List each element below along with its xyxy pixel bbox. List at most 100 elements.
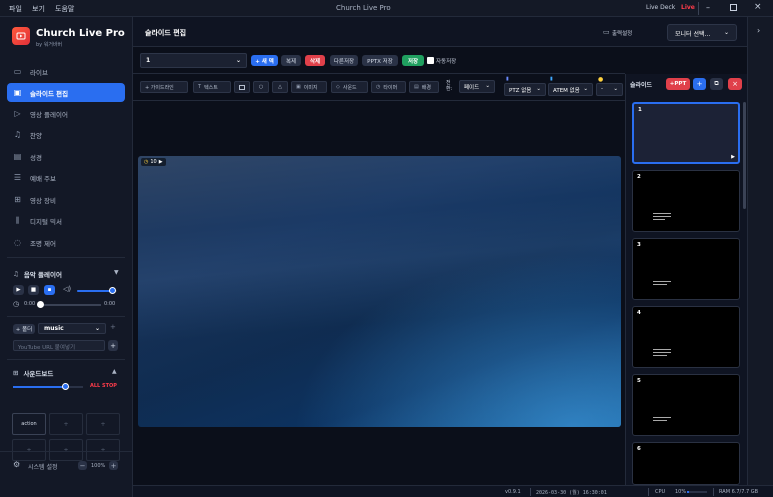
- menu-view[interactable]: 보기: [32, 4, 45, 14]
- sound-cell-add[interactable]: +: [49, 413, 83, 435]
- live-label[interactable]: Live: [681, 4, 695, 11]
- slide-thumbnail[interactable]: 4: [632, 306, 740, 368]
- zoom-out-button[interactable]: −: [78, 461, 87, 470]
- sidebar-item-lighting[interactable]: ◌ 조명 제어: [7, 233, 125, 252]
- triangle-icon: △: [278, 84, 282, 90]
- slide-thumbnail[interactable]: 2: [632, 170, 740, 232]
- sidebar-item-bulletin[interactable]: ☰ 예배 주보: [7, 168, 125, 187]
- youtube-url-input[interactable]: YouTube URL 붙여넣기: [13, 340, 105, 351]
- close-icon[interactable]: ×: [754, 2, 762, 12]
- live-deck-label[interactable]: Live Deck: [646, 4, 675, 11]
- volume-slider[interactable]: [77, 287, 117, 294]
- slide-thumbnail[interactable]: 6: [632, 442, 740, 485]
- copy-icon[interactable]: ⧉: [710, 78, 723, 90]
- output-settings-link[interactable]: 출력설정: [612, 29, 632, 37]
- timer-tool-button[interactable]: ◷ 타이머: [371, 81, 406, 93]
- sound-cell-add[interactable]: +: [86, 413, 120, 435]
- sound-tool-button[interactable]: ◇ 사운드: [331, 81, 368, 93]
- background-tool-button[interactable]: ▤ 배경: [409, 81, 439, 93]
- datetime-label: 2026-03-30 (월) 16:30:01: [536, 490, 607, 496]
- progress-slider[interactable]: [37, 301, 101, 308]
- rect-tool-button[interactable]: [234, 81, 250, 93]
- chevron-up-icon[interactable]: ▲: [112, 368, 117, 375]
- save-as-button[interactable]: 다른저장: [330, 55, 358, 66]
- separator: [648, 488, 649, 496]
- delete-slide-button[interactable]: ×: [728, 78, 742, 90]
- slide-number: 2: [637, 174, 641, 180]
- menu-file[interactable]: 파일: [9, 4, 22, 14]
- add-folder-button[interactable]: + 폴더: [13, 324, 35, 334]
- all-stop-button[interactable]: ALL STOP: [90, 383, 117, 389]
- soundboard-header[interactable]: ⊞ 사운드보드: [13, 368, 53, 378]
- repeat-button[interactable]: ▪: [44, 285, 55, 295]
- transition-select[interactable]: 페이드 ⌄: [459, 80, 495, 93]
- save-button[interactable]: 저장: [402, 55, 424, 66]
- app-logo-icon: [12, 27, 30, 45]
- duplicate-button[interactable]: 복제: [281, 55, 301, 66]
- cpu-value: 10%: [675, 489, 687, 495]
- lighting-select[interactable]: - ⌄: [596, 83, 623, 96]
- triangle-tool-button[interactable]: △: [272, 81, 288, 93]
- slide-thumbnail[interactable]: 3: [632, 238, 740, 300]
- stop-button[interactable]: ■: [28, 285, 39, 295]
- folder-select[interactable]: music ⌄: [38, 323, 106, 334]
- autosave-checkbox[interactable]: [427, 57, 434, 64]
- sidebar-item-praise[interactable]: ♫ 찬양: [7, 125, 125, 144]
- new-deck-button[interactable]: + 새 덱: [251, 55, 278, 66]
- slide-canvas[interactable]: ◷ 10 ▶: [138, 156, 621, 427]
- play-button[interactable]: ▶: [13, 285, 24, 295]
- music-player-header[interactable]: ♫ 음악 플레이어: [13, 269, 62, 279]
- ptz-select[interactable]: PTZ 없음 ⌄: [504, 83, 546, 96]
- sidebar-item-bible[interactable]: ▤ 성경: [7, 147, 125, 166]
- add-ppt-button[interactable]: +PPT: [666, 78, 690, 90]
- sound-cell-add[interactable]: +: [49, 439, 83, 461]
- background-image: [138, 156, 621, 427]
- slide-thumbnail[interactable]: 1 ▶: [632, 102, 740, 164]
- atem-icon: ▮: [550, 76, 553, 82]
- slides-panel-title: 슬라이드: [630, 82, 653, 89]
- slides-scrollbar[interactable]: [743, 102, 746, 209]
- add-youtube-button[interactable]: +: [108, 340, 118, 351]
- text-tool-label: 텍스트: [204, 84, 218, 91]
- volume-icon: ◁): [63, 285, 72, 293]
- add-slide-button[interactable]: +: [693, 78, 706, 90]
- minimize-icon[interactable]: –: [706, 3, 710, 12]
- deck-select[interactable]: 1 ⌄: [140, 53, 247, 68]
- gear-icon[interactable]: ⚙: [13, 460, 20, 469]
- soundboard-volume-slider[interactable]: [13, 383, 83, 390]
- circle-tool-button[interactable]: ○: [253, 81, 269, 93]
- chevron-right-icon[interactable]: ›: [757, 26, 760, 35]
- sidebar-item-digital-mixer[interactable]: ⫼ 디지털 믹서: [7, 211, 125, 230]
- zoom-in-button[interactable]: +: [109, 461, 118, 470]
- maximize-icon[interactable]: [730, 4, 737, 11]
- system-settings-link[interactable]: 시스템 설정: [28, 462, 58, 471]
- slide-number: 1: [638, 107, 642, 113]
- menu-help[interactable]: 도움말: [55, 4, 74, 14]
- slide-thumbnail[interactable]: 5: [632, 374, 740, 436]
- image-tool-button[interactable]: ▣ 이미지: [291, 81, 327, 93]
- sidebar-item-label: 라이브: [30, 68, 48, 77]
- chevron-down-icon: ⌄: [94, 325, 100, 332]
- sidebar-item-video-equipment[interactable]: ⊞ 영상 장비: [7, 190, 125, 209]
- sidebar-item-live[interactable]: ▭ 라이브: [7, 62, 125, 81]
- sidebar-item-label: 영상 장비: [30, 196, 56, 205]
- slide-number: 4: [637, 310, 641, 316]
- time-end: 0:00: [104, 301, 116, 307]
- atem-select[interactable]: ATEM 없음 ⌄: [548, 83, 593, 96]
- sound-cell-add[interactable]: +: [86, 439, 120, 461]
- pptx-save-button[interactable]: PPTX 저장: [362, 55, 398, 66]
- monitor-select[interactable]: 모니터 선택... ⌄: [667, 24, 737, 41]
- sound-cell-action[interactable]: action: [12, 413, 46, 435]
- guideline-button[interactable]: + 가이드라인: [140, 81, 188, 93]
- sidebar-item-label: 디지털 믹서: [30, 217, 62, 226]
- sidebar-item-slide-edit[interactable]: ▣ 슬라이드 편집: [7, 83, 125, 102]
- add-icon[interactable]: +: [110, 323, 116, 331]
- play-icon: ▶: [158, 159, 163, 165]
- editor-header: [133, 17, 747, 47]
- sidebar-item-video-player[interactable]: ▷ 영상 플레이어: [7, 104, 125, 123]
- play-icon: ▷: [14, 109, 21, 118]
- chevron-down-icon[interactable]: ▼: [114, 269, 119, 276]
- sound-cell-add[interactable]: +: [12, 439, 46, 461]
- delete-button[interactable]: 삭제: [305, 55, 325, 66]
- text-tool-button[interactable]: T 텍스트: [193, 81, 231, 93]
